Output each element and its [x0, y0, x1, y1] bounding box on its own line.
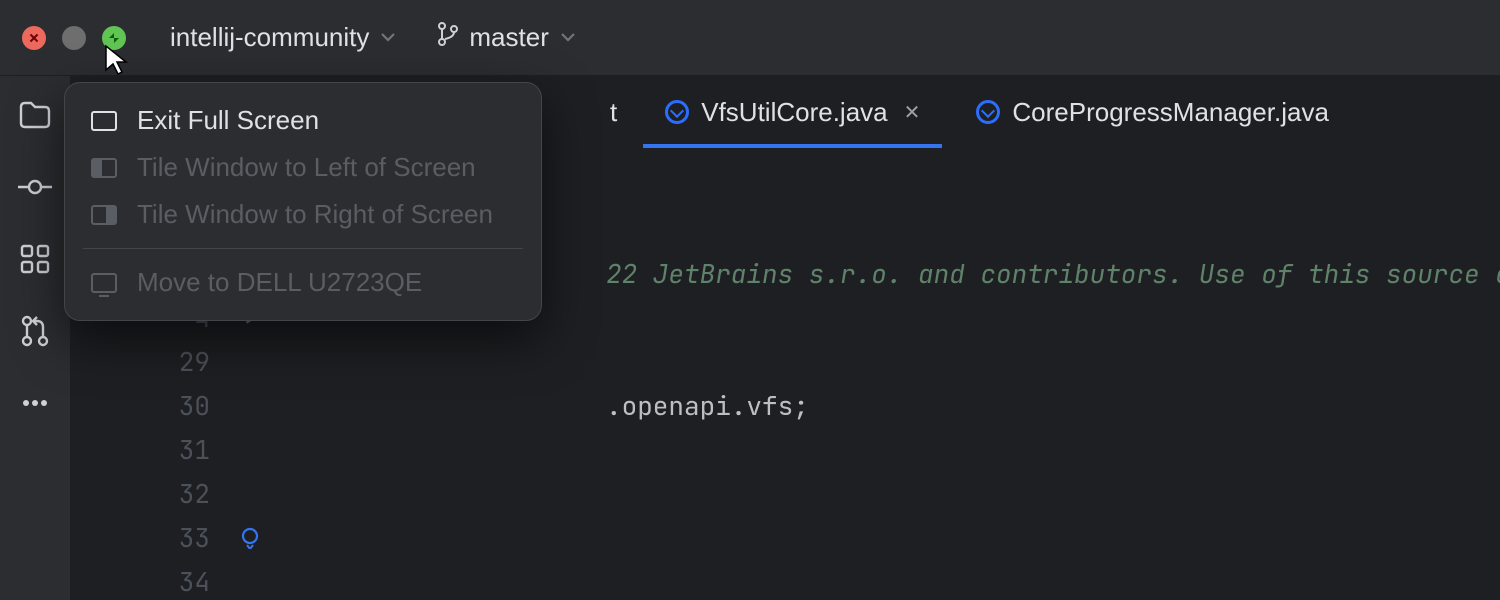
tab-label: CoreProgressManager.java — [1012, 97, 1329, 128]
project-tool-icon[interactable] — [18, 98, 52, 132]
close-icon[interactable]: ✕ — [904, 100, 921, 125]
menu-tile-right: Tile Window to Right of Screen — [65, 191, 541, 238]
menu-exit-fullscreen[interactable]: Exit Full Screen — [65, 97, 541, 144]
tile-right-icon — [91, 205, 117, 225]
menu-move-to-display: Move to DELL U2723QE — [65, 259, 541, 306]
window-fullscreen-button[interactable] — [102, 26, 126, 50]
java-class-icon — [976, 100, 1000, 124]
branch-dropdown[interactable]: master — [437, 21, 576, 54]
branch-name: master — [469, 22, 548, 53]
structure-tool-icon[interactable] — [18, 242, 52, 276]
implements-gutter-icon[interactable] — [226, 516, 274, 560]
java-class-icon — [665, 100, 689, 124]
tab-vfsutilcore[interactable]: VfsUtilCore.java ✕ — [637, 76, 948, 148]
window-close-button[interactable] — [22, 26, 46, 50]
project-name: intellij-community — [170, 22, 369, 53]
fullscreen-exit-icon — [91, 111, 117, 131]
window-minimize-button[interactable] — [62, 26, 86, 50]
monitor-icon — [91, 273, 117, 293]
chevron-down-icon — [559, 22, 577, 53]
window-context-menu: Exit Full Screen Tile Window to Left of … — [64, 82, 542, 321]
chevron-down-icon — [379, 22, 397, 53]
traffic-lights — [22, 26, 126, 50]
project-dropdown[interactable]: intellij-community — [170, 22, 397, 53]
tab-coreprogressmanager[interactable]: CoreProgressManager.java — [948, 76, 1357, 148]
tab-label: VfsUtilCore.java — [701, 97, 887, 128]
menu-tile-left: Tile Window to Left of Screen — [65, 144, 541, 191]
pull-requests-tool-icon[interactable] — [18, 314, 52, 348]
left-sidebar — [0, 76, 70, 600]
branch-icon — [437, 21, 459, 54]
commit-tool-icon[interactable] — [18, 170, 52, 204]
more-tool-icon[interactable] — [18, 386, 52, 420]
hidden-tab-suffix: t — [610, 97, 617, 128]
menu-separator — [83, 248, 523, 249]
tile-left-icon — [91, 158, 117, 178]
titlebar: intellij-community master — [0, 0, 1500, 76]
